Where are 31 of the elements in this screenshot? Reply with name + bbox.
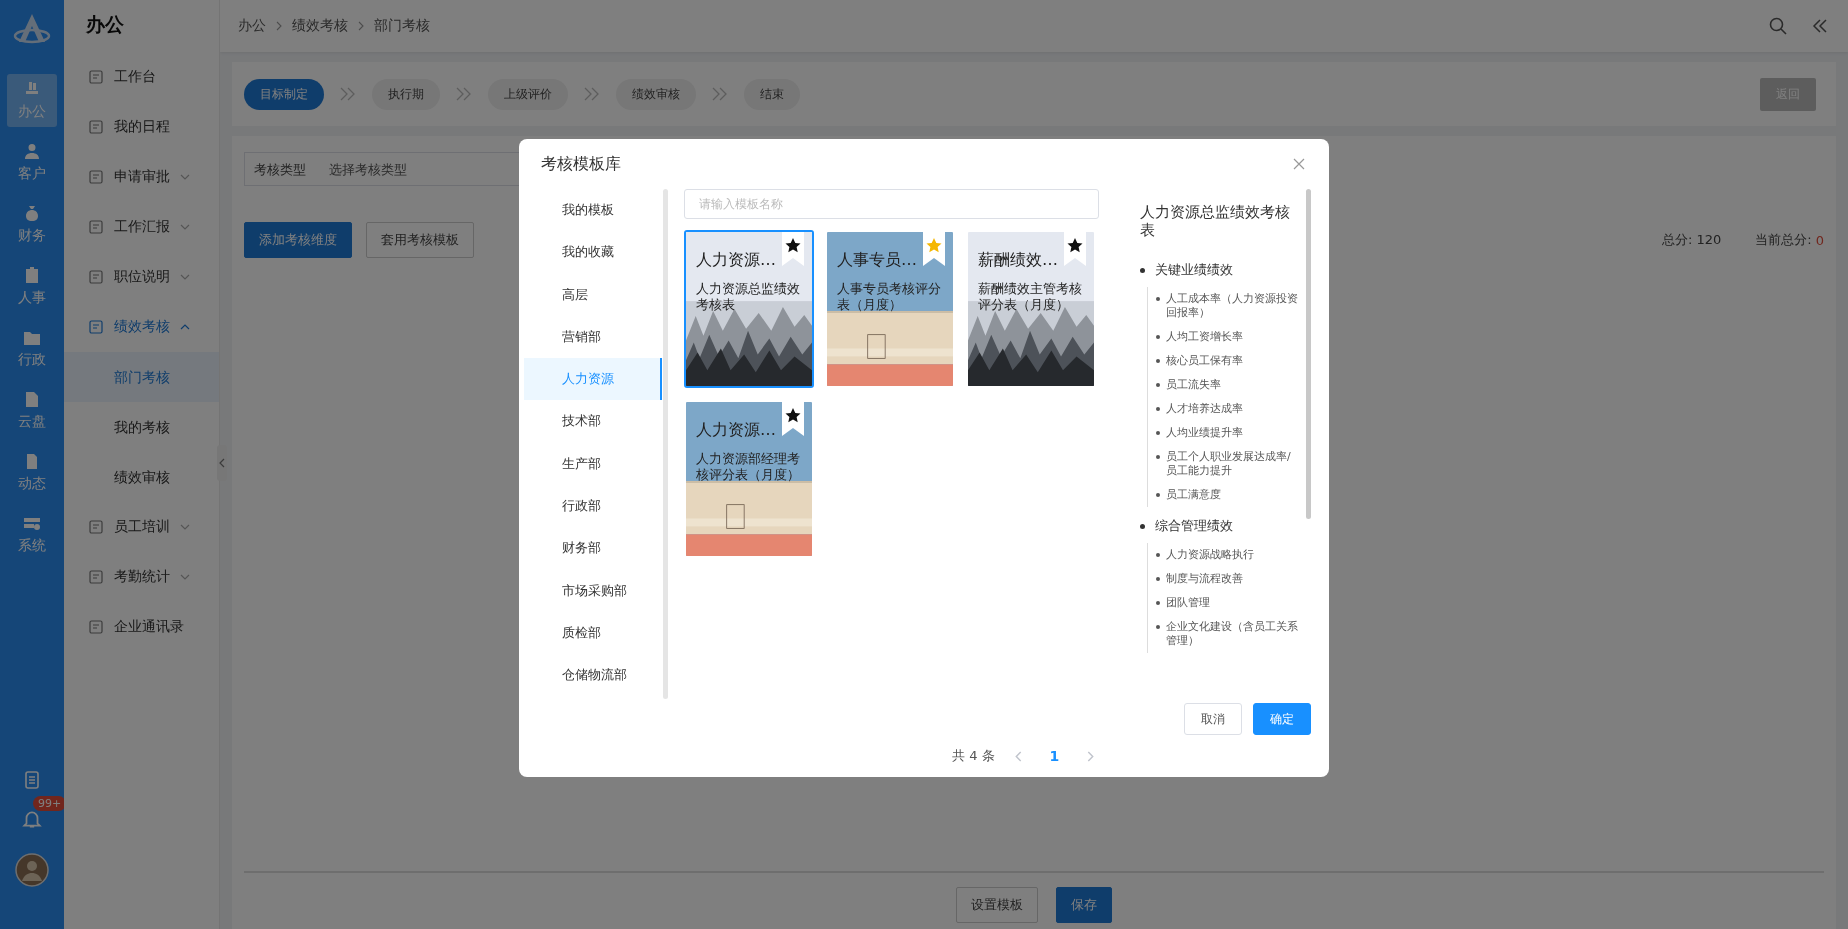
pagination-total: 共 4 条 (952, 747, 995, 765)
card-title: 人力资源… (696, 420, 777, 441)
preview-item: 团队管理 (1156, 591, 1300, 615)
card-description: 人力资源部经理考核评分表（月度） (696, 451, 800, 483)
preview-item: 人均业绩提升率 (1156, 421, 1300, 445)
current-score-label: 当前总分: (1755, 231, 1812, 249)
preview-title: 人力资源总监绩效考核表 (1140, 203, 1291, 239)
card-description: 人事专员考核评分表（月度） (837, 281, 941, 313)
preview-item: 人均工资增长率 (1156, 325, 1300, 349)
card-title: 人力资源… (696, 250, 777, 271)
card-description: 人力资源总监绩效考核表 (696, 281, 800, 313)
sidebar-title: 办公 (85, 12, 125, 37)
preview-item: 企业文化建设（含员工关系管理） (1156, 615, 1300, 653)
preview-group: 关键业绩绩效 (1140, 261, 1300, 279)
current-score: 0 (1815, 232, 1824, 248)
card-title: 人事专员… (837, 250, 918, 271)
card-description: 薪酬绩效主管考核评分表（月度） (978, 281, 1082, 313)
preview-item: 员工满意度 (1156, 483, 1300, 507)
preview-item: 核心员工保有率 (1156, 349, 1300, 373)
total-score: 总分: 120 (1662, 231, 1722, 249)
card-title: 薪酬绩效… (978, 250, 1059, 271)
preview-item: 人工成本率（人力资源投资回报率） (1156, 287, 1300, 325)
preview-item: 制度与流程改善 (1156, 567, 1300, 591)
preview-item: 员工个人职业发展达成率/员工能力提升 (1156, 445, 1300, 483)
preview-item: 人力资源战略执行 (1156, 543, 1300, 567)
notification-badge: 99+ (33, 796, 67, 811)
dialog-title: 考核模板库 (541, 153, 621, 175)
preview-item: 人才培养达成率 (1156, 397, 1300, 421)
preview-group: 综合管理绩效 (1140, 517, 1300, 535)
field-label: 考核类型 (254, 161, 306, 179)
preview-item: 员工流失率 (1156, 373, 1300, 397)
